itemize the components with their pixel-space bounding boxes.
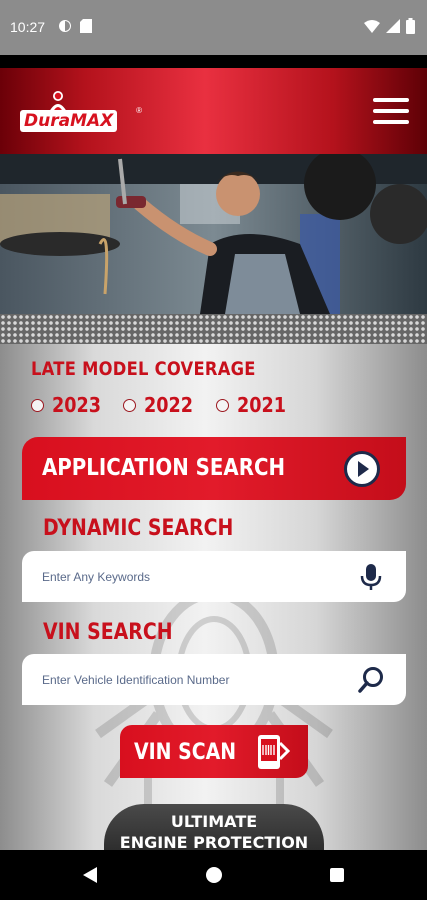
signal-icon — [386, 19, 400, 38]
dynamic-search-field[interactable] — [22, 551, 406, 602]
vin-search-input[interactable] — [42, 654, 342, 705]
app-header: Dura MAX ® — [0, 68, 427, 154]
mechanic-photo — [0, 154, 427, 314]
navigation-bar — [0, 850, 427, 900]
search-icon[interactable] — [356, 665, 386, 695]
late-model-coverage-title: LATE MODEL COVERAGE — [31, 358, 256, 380]
banner-line-2: ENGINE PROTECTION — [119, 833, 309, 850]
year-option-2022[interactable]: 2022 — [123, 393, 200, 417]
vin-scan-button[interactable]: VIN SCAN — [120, 725, 308, 778]
status-time: 10:27 — [10, 19, 46, 35]
year-label: 2023 — [52, 393, 101, 417]
engine-protection-banner: ULTIMATE ENGINE PROTECTION — [104, 804, 324, 850]
status-left-icons — [58, 19, 92, 38]
year-label: 2022 — [144, 393, 193, 417]
logo-text-dura: Dura — [24, 111, 71, 131]
duramax-logo[interactable]: Dura MAX ® — [20, 90, 144, 138]
mascot-icon — [49, 91, 67, 112]
year-option-2021[interactable]: 2021 — [216, 393, 293, 417]
battery-icon — [406, 18, 415, 39]
barcode-scan-icon — [258, 735, 290, 769]
microphone-icon[interactable] — [356, 562, 386, 592]
mesh-divider — [0, 314, 427, 344]
application-search-label: APPLICATION SEARCH — [42, 455, 286, 481]
logo-text-max: MAX — [70, 111, 114, 131]
vin-search-title: VIN SEARCH — [43, 620, 173, 645]
logo-wordmark: Dura MAX — [20, 110, 118, 132]
recents-icon[interactable] — [330, 868, 344, 882]
banner-line-1: ULTIMATE — [170, 812, 258, 831]
status-bar: 10:27 — [0, 0, 427, 55]
vin-scan-label: VIN SCAN — [134, 740, 237, 765]
main-panel: LATE MODEL COVERAGE 2023 2022 2021 APPLI… — [0, 344, 427, 850]
home-icon[interactable] — [206, 867, 222, 883]
wifi-icon — [364, 19, 380, 38]
back-icon[interactable] — [83, 867, 97, 888]
play-circle-icon[interactable] — [344, 451, 380, 487]
dynamic-search-input[interactable] — [42, 551, 342, 602]
radio-button[interactable] — [216, 398, 229, 412]
status-right-icons — [364, 18, 415, 39]
registered-mark: ® — [136, 106, 142, 115]
hero-mechanic-photo — [0, 154, 427, 314]
radio-button[interactable] — [31, 398, 44, 412]
year-option-2023[interactable]: 2023 — [31, 393, 108, 417]
sim-card-icon — [80, 19, 92, 38]
year-label: 2021 — [237, 393, 286, 417]
vin-search-field[interactable] — [22, 654, 406, 705]
dynamic-search-title: DYNAMIC SEARCH — [43, 516, 234, 541]
radio-button[interactable] — [123, 398, 136, 412]
data-saver-icon — [58, 19, 72, 38]
hamburger-menu-icon[interactable] — [373, 98, 409, 126]
application-search-button[interactable]: APPLICATION SEARCH — [22, 437, 406, 500]
